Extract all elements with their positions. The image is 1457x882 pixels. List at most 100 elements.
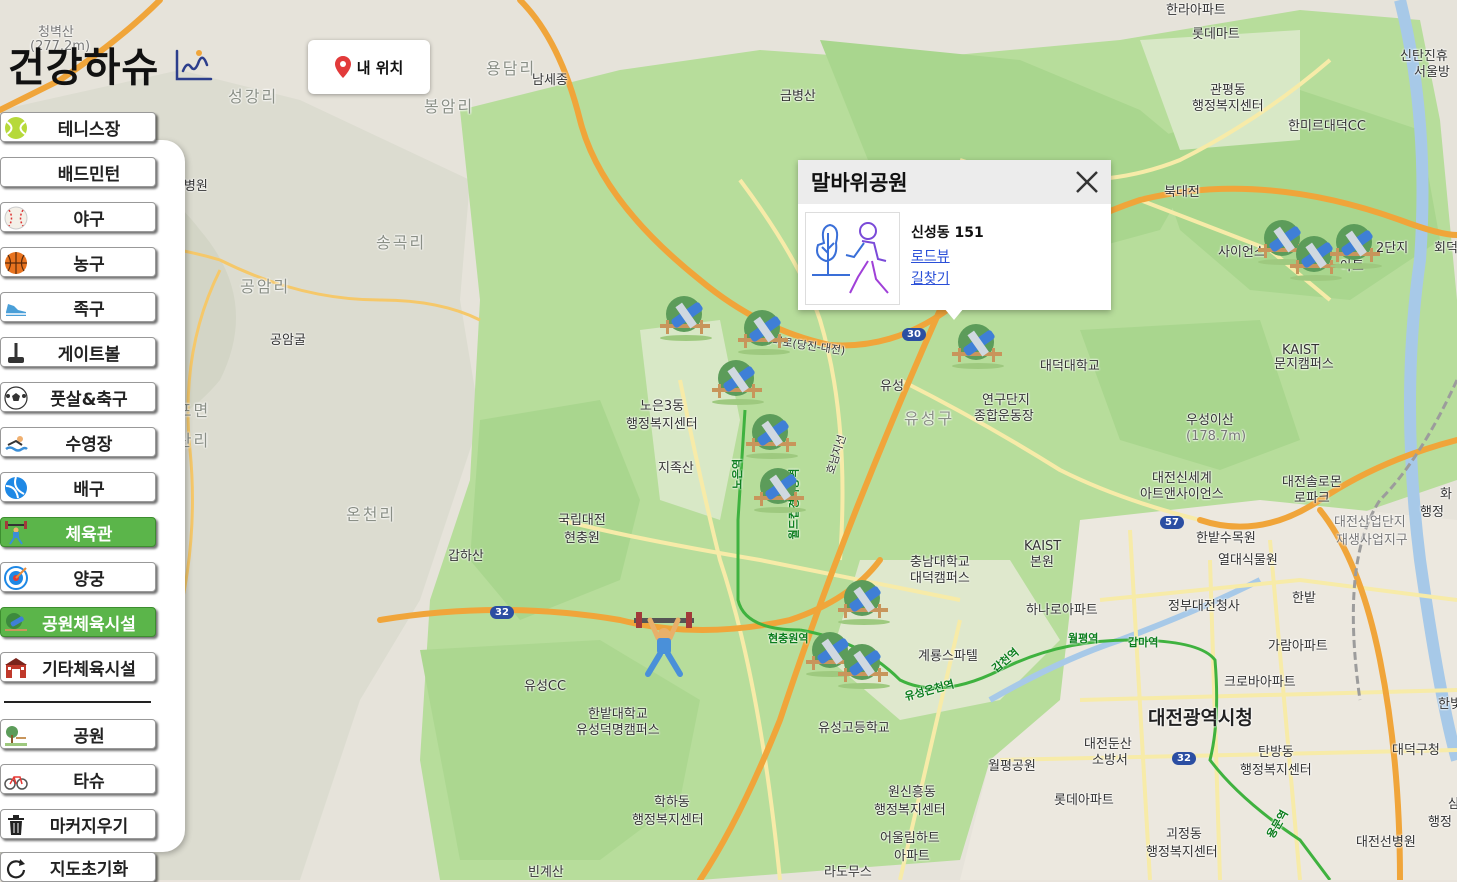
weightlifter-icon xyxy=(3,521,29,545)
sidebar-item-reset-map[interactable]: 지도초기화 xyxy=(0,852,156,882)
popup-address: 신성동 151 xyxy=(911,225,984,241)
map-label: 충남대학교 xyxy=(910,555,970,570)
map-label: 갑하산 xyxy=(448,549,484,564)
close-icon[interactable] xyxy=(1073,168,1101,196)
map-label: 한밭수목원 xyxy=(1196,531,1256,546)
map-label: 소방서 xyxy=(1092,753,1128,768)
sidebar-divider xyxy=(4,701,151,703)
popup-header: 말바위공원 xyxy=(798,160,1111,204)
map-label: 원신흥동 xyxy=(888,785,936,800)
map-label: 아파트 xyxy=(894,849,930,864)
road-shield: 32 xyxy=(490,606,514,619)
map-label: 한미르대덕CC xyxy=(1288,119,1366,134)
park-facility-marker[interactable] xyxy=(708,356,770,406)
sidebar-item-gym[interactable]: 체육관 xyxy=(0,517,156,547)
popup-pointer xyxy=(944,308,964,320)
map-label: 삼 xyxy=(1448,797,1457,812)
sidebar-item-clear-markers[interactable]: 마커지우기 xyxy=(0,809,156,839)
map-label: 대덕대학교 xyxy=(1040,359,1100,374)
map-label: 북대전 xyxy=(1164,185,1200,200)
sidebar-item-futsal-soccer[interactable]: 풋살&축구 xyxy=(0,382,156,412)
other-facility-icon xyxy=(3,656,29,680)
map-label: 학하동 xyxy=(654,795,690,810)
my-location-button[interactable]: 내 위치 xyxy=(308,40,430,94)
map-label: 국립대전 xyxy=(558,513,606,528)
map-label: 행정복지센터 xyxy=(1146,845,1218,860)
app-logo: 건강하슈 xyxy=(8,34,213,94)
map-label: 어울림하트 xyxy=(880,831,940,846)
soccer-ball-icon xyxy=(3,386,29,410)
basketball-icon xyxy=(3,251,29,275)
bicycle-icon xyxy=(3,768,29,792)
road-shield: 57 xyxy=(1160,516,1184,529)
sidebar-item-park-facility[interactable]: 공원체육시설 xyxy=(0,607,156,637)
trash-icon xyxy=(3,813,29,837)
map-label: 유성덕명캠퍼스 xyxy=(576,723,660,738)
sidebar-item-gateball[interactable]: 게이트볼 xyxy=(0,337,156,367)
park-facility-marker[interactable] xyxy=(656,292,718,342)
park-equipment-icon xyxy=(3,611,29,635)
map-label: 금병산 xyxy=(780,89,816,104)
map-label: 하나로아파트 xyxy=(1026,603,1098,618)
sidebar-item-tashu-bike[interactable]: 타슈 xyxy=(0,764,156,794)
map-label: (178.7m) xyxy=(1186,429,1247,444)
map-label: 연구단지 xyxy=(982,393,1030,408)
map-label: 공암리 xyxy=(240,277,291,296)
park-facility-marker[interactable] xyxy=(834,576,896,626)
map-label: 괴정동 xyxy=(1166,827,1202,842)
sidebar-item-label: 배드민턴 xyxy=(57,164,121,185)
map-label: 성강리 xyxy=(228,87,279,106)
swimmer-icon xyxy=(3,431,29,455)
park-facility-marker[interactable] xyxy=(742,410,804,460)
sneaker-icon xyxy=(3,296,29,320)
park-facility-marker[interactable] xyxy=(834,640,896,690)
map-label: 로파크 xyxy=(1294,491,1330,506)
map-label: 대전신세계 xyxy=(1152,471,1212,486)
sidebar-item-basketball[interactable]: 농구 xyxy=(0,247,156,277)
park-exercise-icon xyxy=(805,212,900,305)
map-label: 봉암리 xyxy=(424,97,475,116)
map-label: 회덕 xyxy=(1434,241,1457,256)
map-label: 행정복지센터 xyxy=(874,803,946,818)
map-label: 크로바아파트 xyxy=(1224,675,1296,690)
sidebar-item-park[interactable]: 공원 xyxy=(0,719,156,749)
map-pin-icon xyxy=(334,56,351,78)
sidebar-item-tennis[interactable]: 테니스장 xyxy=(0,112,156,142)
directions-link[interactable]: 길찾기 xyxy=(911,268,950,288)
road-shield: 30 xyxy=(902,328,926,341)
popup-title: 말바위공원 xyxy=(811,171,908,195)
map-label: 신탄진휴 xyxy=(1400,49,1448,64)
roadview-link[interactable]: 로드뷰 xyxy=(911,246,950,266)
station-label: 갑마역 xyxy=(1128,636,1159,649)
map-label: 행정복지센터 xyxy=(1240,763,1312,778)
map-label: 가람아파트 xyxy=(1268,639,1328,654)
map-label: 대전산업단지 xyxy=(1334,515,1406,530)
map-label: 화 xyxy=(1440,487,1452,502)
map-label: 유성구 xyxy=(904,409,955,428)
map-label: 한라아파트 xyxy=(1166,3,1226,18)
sidebar-item-volleyball[interactable]: 배구 xyxy=(0,472,156,502)
sidebar-item-jokgu[interactable]: 족구 xyxy=(0,292,156,322)
map-label: 열대식물원 xyxy=(1218,553,1278,568)
map-label: 온천리 xyxy=(346,505,397,524)
refresh-icon xyxy=(3,856,29,880)
map-label: 공암굴 xyxy=(270,333,306,348)
map-label: 우성이산 xyxy=(1186,413,1234,428)
map-label: 대덕캠퍼스 xyxy=(910,571,970,586)
sidebar-item-badminton[interactable]: 배드민턴 xyxy=(0,157,156,187)
map-label: 라도무스 xyxy=(824,865,872,880)
map-label: 계룡스파텔 xyxy=(918,649,978,664)
gym-marker[interactable] xyxy=(632,612,696,678)
park-icon xyxy=(3,723,29,747)
sidebar-item-swimming-pool[interactable]: 수영장 xyxy=(0,427,156,457)
park-facility-marker[interactable] xyxy=(1326,220,1388,270)
park-facility-marker[interactable] xyxy=(750,464,812,514)
map-label: 행정복지센터 xyxy=(632,813,704,828)
park-facility-marker[interactable] xyxy=(948,320,1010,370)
map-label: 유성고등학교 xyxy=(818,721,890,736)
sidebar-item-archery[interactable]: 양궁 xyxy=(0,562,156,592)
sidebar-item-other-facility[interactable]: 기타체육시설 xyxy=(0,652,156,682)
map-label: 송곡리 xyxy=(376,233,427,252)
sidebar-item-baseball[interactable]: 야구 xyxy=(0,202,156,232)
park-facility-marker[interactable] xyxy=(734,306,796,356)
